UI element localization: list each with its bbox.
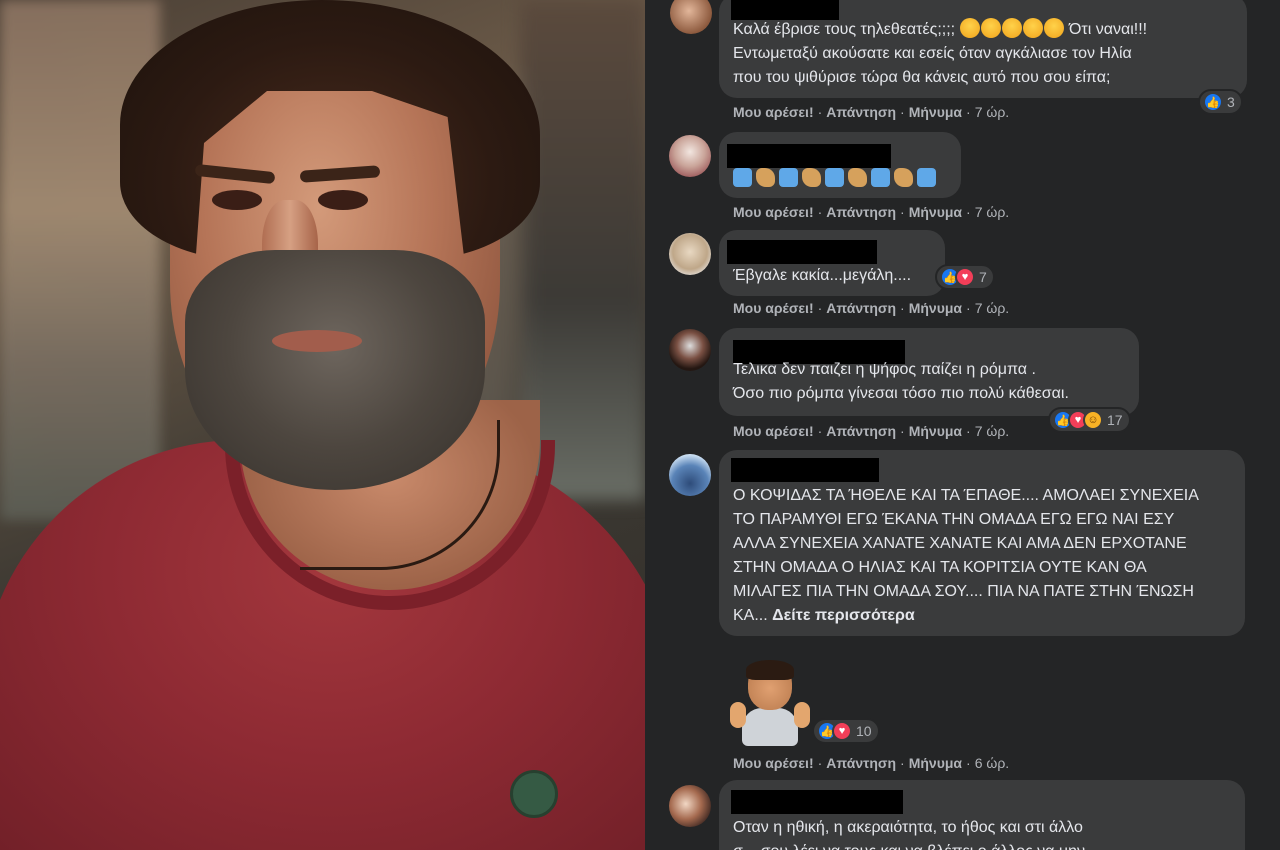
laughing-emoji-icon: [1022, 18, 1043, 38]
like-reaction-icon: 👍: [1203, 92, 1223, 112]
reaction-count: 17: [1107, 412, 1123, 428]
comment-line: Οταν η ηθική, η ακεραιότητα, το ήθος και…: [733, 819, 1083, 836]
emoji-icon: [802, 168, 821, 187]
laughing-emoji-icon: [959, 18, 980, 38]
comment-line: ΣΤΗΝ ΟΜΑΔΑ Ο ΗΛΙΑΣ ΚΑΙ ΤΑ ΚΟΡΙΤΣΙΑ ΟΥΤΕ …: [733, 559, 1147, 576]
sticker-body: [742, 708, 798, 746]
comment-line: Καλά έβρισε τους τηλεθεατές;;;; Ότι νανα…: [733, 18, 1147, 41]
comment-line: Τελικα δεν παιζει η ψήφος παίζει η ρόμπα…: [733, 361, 1036, 378]
timestamp[interactable]: 7 ώρ.: [975, 104, 1009, 120]
emoji-icon: [871, 168, 890, 187]
commenter-avatar[interactable]: [669, 135, 711, 177]
like-link[interactable]: Μου αρέσει!: [733, 104, 814, 120]
comment-line: ΜΙΛΑΓΕΣ ΠΙΑ ΤΗΝ ΟΜΑΔΑ ΣΟΥ.... ΠΙΑ ΝΑ ΠΑΤ…: [733, 583, 1194, 600]
reaction-summary[interactable]: 👍 ♥ 10: [812, 718, 880, 744]
commenter-avatar[interactable]: [669, 233, 711, 275]
comment-line: Εντωμεταξύ ακούσατε και εσείς όταν αγκάλ…: [733, 45, 1132, 62]
comment-bubble: Οταν η ηθική, η ακεραιότητα, το ήθος και…: [719, 780, 1245, 850]
reply-link[interactable]: Απάντηση: [826, 300, 896, 316]
thumbs-up-sticker: [730, 660, 810, 747]
message-link[interactable]: Μήνυμα: [909, 755, 962, 771]
comment-bubble: [719, 132, 961, 198]
sticker-thumb-left: [730, 702, 746, 728]
like-link[interactable]: Μου αρέσει!: [733, 300, 814, 316]
like-link[interactable]: Μου αρέσει!: [733, 423, 814, 439]
emoji-icon: [825, 168, 844, 187]
redacted-name: [727, 240, 877, 264]
laughing-emoji-icon: [1043, 18, 1064, 38]
emoji-icon: [756, 168, 775, 187]
comment-line: Όσο πιο ρόμπα γίνεσαι τόσο πιο πολύ κάθε…: [733, 385, 1069, 402]
haha-reaction-icon: ☺: [1083, 410, 1103, 430]
comment-bubble: Τελικα δεν παιζει η ψήφος παίζει η ρόμπα…: [719, 328, 1139, 416]
commenter-avatar[interactable]: [670, 0, 712, 34]
redacted-name: [727, 144, 891, 168]
reaction-summary[interactable]: 👍 3: [1198, 89, 1243, 115]
love-reaction-icon: ♥: [955, 267, 975, 287]
emoji-icon: [917, 168, 936, 187]
redacted-name: [731, 0, 839, 20]
redacted-name: [731, 790, 903, 814]
comment-line: ΑΛΛΑ ΣΥΝΕΧΕΙΑ ΧΑΝΑΤΕ ΧΑΝΑΤΕ ΚΑΙ ΑΜΑ ΔΕΝ …: [733, 535, 1187, 552]
reply-link[interactable]: Απάντηση: [826, 204, 896, 220]
reaction-summary[interactable]: 👍 ♥ 7: [935, 264, 995, 290]
comment-line: ΤΟ ΠΑΡΑΜΥΘΙ ΕΓΩ ΈΚΑΝΑ ΤΗΝ ΟΜΑΔΑ ΕΓΩ ΕΓΩ …: [733, 511, 1175, 528]
comment-line: ΚΑ... Δείτε περισσότερα: [733, 604, 915, 627]
timestamp[interactable]: 7 ώρ.: [975, 204, 1009, 220]
left-eye: [212, 190, 262, 210]
beard: [185, 250, 485, 490]
reaction-count: 10: [856, 723, 872, 739]
timestamp[interactable]: 6 ώρ.: [975, 755, 1009, 771]
truncated-text: ΚΑ...: [733, 607, 768, 624]
comment-actions: Μου αρέσει! · Απάντηση · Μήνυμα · 6 ώρ.: [733, 755, 1010, 771]
portrait-photo: [0, 0, 645, 850]
right-eye: [318, 190, 368, 210]
reply-link[interactable]: Απάντηση: [826, 755, 896, 771]
comments-panel: Καλά έβρισε τους τηλεθεατές;;;; Ότι νανα…: [645, 0, 1280, 850]
message-link[interactable]: Μήνυμα: [909, 423, 962, 439]
message-link[interactable]: Μήνυμα: [909, 204, 962, 220]
comment-line: Έβγαλε κακία...μεγάλη....: [733, 267, 912, 284]
comment-actions: Μου αρέσει! · Απάντηση · Μήνυμα · 7 ώρ.: [733, 423, 1010, 439]
comment-line: σ... σου λέει να τους και να βλέπει ο άλ…: [733, 840, 1085, 850]
shirt-logo-badge: [510, 770, 558, 818]
reply-link[interactable]: Απάντηση: [826, 423, 896, 439]
message-link[interactable]: Μήνυμα: [909, 300, 962, 316]
reply-link[interactable]: Απάντηση: [826, 104, 896, 120]
timestamp[interactable]: 7 ώρ.: [975, 300, 1009, 316]
laughing-emoji-icon: [980, 18, 1001, 38]
love-reaction-icon: ♥: [832, 721, 852, 741]
sticker-thumb-right: [794, 702, 810, 728]
emoji-sequence: [733, 168, 936, 187]
commenter-avatar[interactable]: [669, 329, 711, 371]
emoji-icon: [733, 168, 752, 187]
comment-line: Ο ΚΟΨΙΔΑΣ ΤΑ ΉΘΕΛΕ ΚΑΙ ΤΑ ΈΠΑΘΕ.... ΑΜΟΛ…: [733, 487, 1199, 504]
comment-bubble: Καλά έβρισε τους τηλεθεατές;;;; Ότι νανα…: [719, 0, 1247, 98]
redacted-name: [731, 458, 879, 482]
reaction-count: 3: [1227, 94, 1235, 110]
reaction-summary[interactable]: 👍 ♥ ☺ 17: [1048, 407, 1131, 433]
mouth: [272, 330, 362, 352]
comment-bubble: Έβγαλε κακία...μεγάλη....: [719, 230, 945, 296]
like-link[interactable]: Μου αρέσει!: [733, 755, 814, 771]
see-more-link[interactable]: Δείτε περισσότερα: [772, 607, 915, 624]
message-link[interactable]: Μήνυμα: [909, 104, 962, 120]
emoji-icon: [848, 168, 867, 187]
sticker-hair: [746, 660, 794, 680]
laughing-emoji-icon: [1001, 18, 1022, 38]
like-link[interactable]: Μου αρέσει!: [733, 204, 814, 220]
commenter-avatar[interactable]: [669, 454, 711, 496]
reaction-count: 7: [979, 269, 987, 285]
emoji-icon: [779, 168, 798, 187]
comment-actions: Μου αρέσει! · Απάντηση · Μήνυμα · 7 ώρ.: [733, 104, 1010, 120]
commenter-avatar[interactable]: [669, 785, 711, 827]
timestamp[interactable]: 7 ώρ.: [975, 423, 1009, 439]
comment-bubble: Ο ΚΟΨΙΔΑΣ ΤΑ ΉΘΕΛΕ ΚΑΙ ΤΑ ΈΠΑΘΕ.... ΑΜΟΛ…: [719, 450, 1245, 636]
comment-line: που του ψιθύρισε τώρα θα κάνεις αυτό που…: [733, 69, 1111, 86]
emoji-icon: [894, 168, 913, 187]
comment-actions: Μου αρέσει! · Απάντηση · Μήνυμα · 7 ώρ.: [733, 204, 1010, 220]
comment-actions: Μου αρέσει! · Απάντηση · Μήνυμα · 7 ώρ.: [733, 300, 1010, 316]
